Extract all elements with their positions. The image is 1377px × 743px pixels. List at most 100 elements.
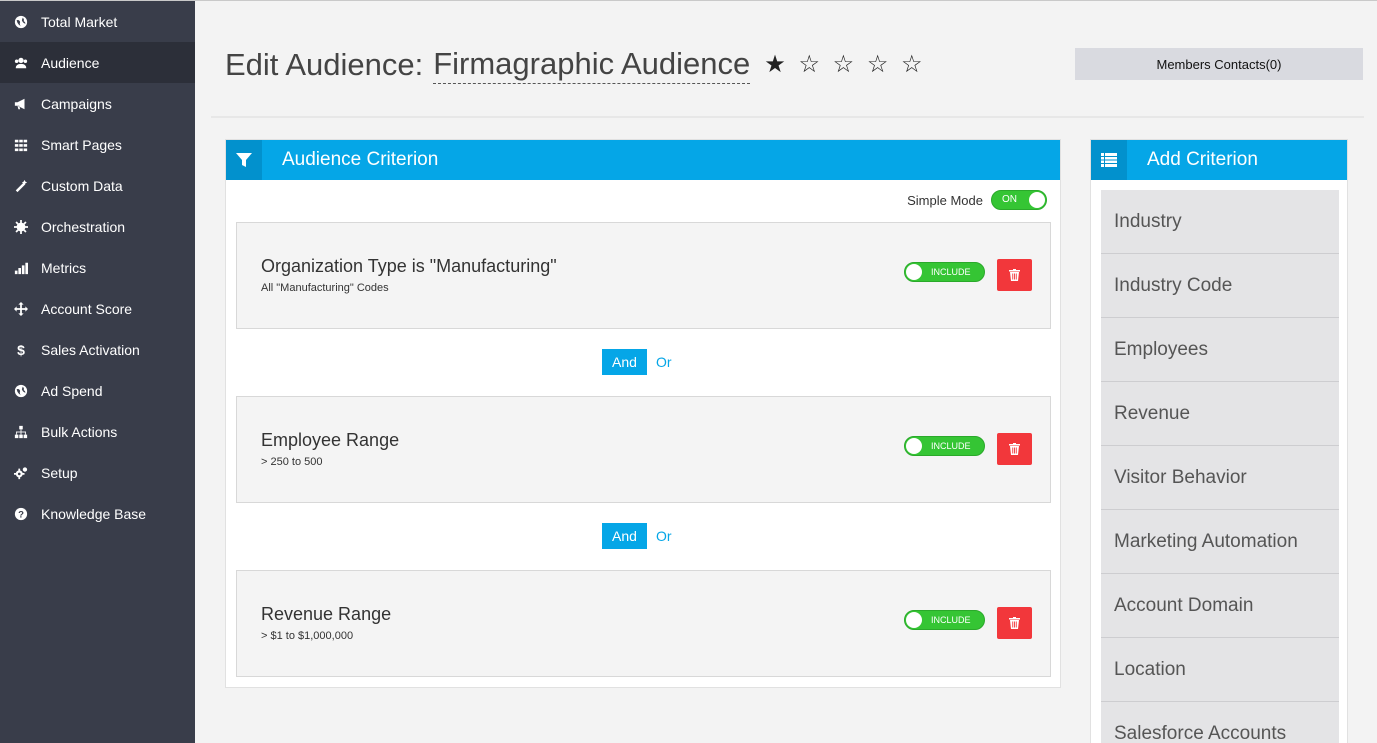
criterion-subtitle: All "Manufacturing" Codes — [261, 282, 389, 294]
users-icon — [14, 56, 28, 70]
trash-icon — [1009, 269, 1020, 281]
dollar-icon: $ — [17, 341, 25, 358]
sidebar-item-label: Setup — [41, 464, 78, 481]
simple-mode-toggle[interactable]: ON — [991, 190, 1047, 210]
sidebar-item-audience[interactable]: Audience — [0, 42, 195, 83]
toggle-label: INCLUDE — [931, 615, 971, 625]
question-circle-icon: ? — [14, 507, 28, 521]
toggle-knob — [1029, 192, 1045, 208]
sidebar-item-account-score[interactable]: Account Score — [0, 288, 195, 329]
toggle-knob — [906, 612, 922, 628]
and-button[interactable]: And — [602, 349, 647, 375]
audience-name-editable[interactable]: Firmagraphic Audience — [433, 45, 751, 84]
add-criterion-header: Add Criterion — [1091, 140, 1347, 180]
add-criterion-panel: Add Criterion Industry Industry Code Emp… — [1090, 139, 1348, 743]
criterion-card: Organization Type is "Manufacturing" All… — [236, 222, 1051, 329]
sidebar-item-campaigns[interactable]: Campaigns — [0, 83, 195, 124]
criterion-option-industry-code[interactable]: Industry Code — [1101, 254, 1339, 318]
cog-icon — [14, 219, 28, 234]
sidebar-item-custom-data[interactable]: Custom Data — [0, 165, 195, 206]
list-icon — [1091, 140, 1127, 180]
delete-criterion-button[interactable] — [997, 433, 1032, 465]
sidebar-item-label: Custom Data — [41, 177, 123, 194]
logic-operator-row: And Or — [602, 349, 672, 375]
sidebar-item-smart-pages[interactable]: Smart Pages — [0, 124, 195, 165]
cogs-icon — [14, 466, 28, 480]
criterion-panel-title: Audience Criterion — [282, 149, 439, 170]
criterion-card: Employee Range > 250 to 500 INCLUDE — [236, 396, 1051, 503]
crosshair-icon — [14, 301, 28, 316]
sidebar-item-sales-activation[interactable]: $ Sales Activation — [0, 329, 195, 370]
criterion-option-employees[interactable]: Employees — [1101, 318, 1339, 382]
sitemap-icon — [14, 425, 28, 439]
filter-icon — [226, 140, 262, 180]
criterion-option-industry[interactable]: Industry — [1101, 190, 1339, 254]
toggle-knob — [906, 264, 922, 280]
star-icon[interactable]: ★ — [764, 50, 789, 79]
criterion-option-visitor-behavior[interactable]: Visitor Behavior — [1101, 446, 1339, 510]
star-icon[interactable]: ☆ — [833, 50, 858, 79]
sidebar-item-label: Sales Activation — [41, 341, 140, 358]
sidebar-item-total-market[interactable]: Total Market — [0, 1, 195, 42]
sidebar-item-label: Smart Pages — [41, 136, 122, 153]
or-link[interactable]: Or — [656, 354, 672, 370]
wand-icon — [14, 179, 28, 193]
criterion-option-salesforce-accounts[interactable]: Salesforce Accounts — [1101, 702, 1339, 743]
criterion-option-location[interactable]: Location — [1101, 638, 1339, 702]
criterion-option-revenue[interactable]: Revenue — [1101, 382, 1339, 446]
and-button[interactable]: And — [602, 523, 647, 549]
star-icon[interactable]: ☆ — [901, 50, 926, 79]
delete-criterion-button[interactable] — [997, 607, 1032, 639]
add-criterion-title: Add Criterion — [1147, 149, 1258, 170]
rating-stars: ★ ☆ ☆ ☆ ☆ — [764, 50, 925, 79]
criterion-title: Revenue Range — [261, 604, 392, 624]
svg-text:?: ? — [18, 509, 24, 520]
or-link[interactable]: Or — [656, 528, 672, 544]
sidebar-item-setup[interactable]: Setup — [0, 452, 195, 493]
sidebar-item-label: Ad Spend — [41, 382, 103, 399]
include-toggle[interactable]: INCLUDE — [904, 610, 985, 630]
sidebar-item-label: Campaigns — [41, 95, 112, 112]
simple-mode-control: Simple Mode ON — [907, 190, 1047, 210]
sidebar-item-label: Audience — [41, 54, 100, 71]
criterion-subtitle: > $1 to $1,000,000 — [261, 630, 354, 642]
sidebar-item-bulk-actions[interactable]: Bulk Actions — [0, 411, 195, 452]
sidebar-item-metrics[interactable]: Metrics — [0, 247, 195, 288]
star-icon[interactable]: ☆ — [798, 50, 823, 79]
page-title-prefix: Edit Audience: — [225, 46, 424, 82]
criterion-card: Revenue Range > $1 to $1,000,000 INCLUDE — [236, 570, 1051, 677]
globe-icon — [14, 15, 28, 29]
page-header: Edit Audience: Firmagraphic Audience ★ ☆… — [211, 1, 1364, 118]
simple-mode-label: Simple Mode — [907, 192, 983, 208]
sidebar-item-label: Knowledge Base — [41, 505, 147, 522]
globe-icon — [14, 384, 28, 398]
include-toggle[interactable]: INCLUDE — [904, 436, 985, 456]
criterion-options-list: Industry Industry Code Employees Revenue… — [1101, 190, 1339, 743]
sidebar-item-label: Bulk Actions — [41, 423, 118, 440]
toggle-label: ON — [1002, 194, 1017, 205]
grid-icon — [14, 138, 28, 152]
criterion-option-marketing-automation[interactable]: Marketing Automation — [1101, 510, 1339, 574]
bar-chart-icon — [14, 261, 28, 275]
sidebar-item-knowledge-base[interactable]: ? Knowledge Base — [0, 493, 195, 534]
delete-criterion-button[interactable] — [997, 259, 1032, 291]
criterion-subtitle: > 250 to 500 — [261, 456, 323, 468]
include-toggle[interactable]: INCLUDE — [904, 262, 985, 282]
sidebar-item-label: Account Score — [41, 300, 133, 317]
criterion-option-account-domain[interactable]: Account Domain — [1101, 574, 1339, 638]
page-title: Edit Audience: Firmagraphic Audience ★ ☆… — [225, 45, 926, 84]
bullhorn-icon — [14, 97, 28, 111]
members-contacts-button[interactable]: Members Contacts(0) — [1075, 48, 1363, 80]
criterion-title: Employee Range — [261, 430, 400, 450]
sidebar-item-label: Metrics — [41, 259, 87, 276]
logic-operator-row: And Or — [602, 523, 672, 549]
trash-icon — [1009, 443, 1020, 455]
criterion-panel-header: Audience Criterion — [226, 140, 1060, 180]
star-icon[interactable]: ☆ — [867, 50, 892, 79]
trash-icon — [1009, 617, 1020, 629]
sidebar-item-ad-spend[interactable]: Ad Spend — [0, 370, 195, 411]
sidebar-item-orchestration[interactable]: Orchestration — [0, 206, 195, 247]
toggle-label: INCLUDE — [931, 267, 971, 277]
audience-criterion-panel: Audience Criterion Simple Mode ON Organi… — [225, 139, 1061, 688]
sidebar-item-label: Orchestration — [41, 218, 126, 235]
